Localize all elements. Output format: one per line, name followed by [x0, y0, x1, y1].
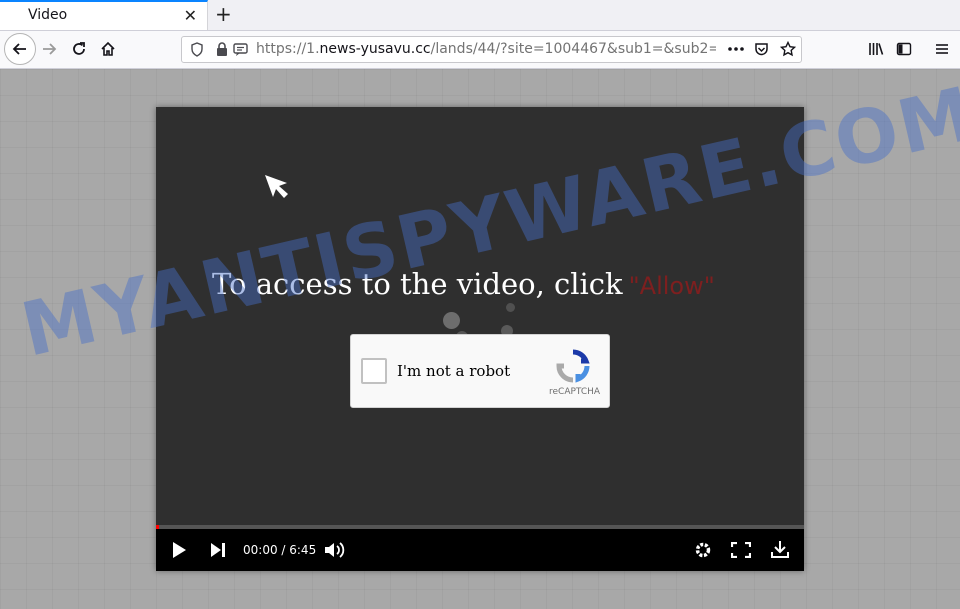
menu-button[interactable]	[928, 35, 956, 63]
reload-button[interactable]	[65, 35, 93, 63]
allow-text: "Allow"	[628, 272, 715, 300]
video-player[interactable]: To access to the video, click "Allow" I'm…	[156, 107, 804, 571]
next-icon[interactable]	[210, 542, 226, 558]
back-button[interactable]	[4, 33, 36, 65]
reload-icon	[73, 42, 85, 55]
url-prefix: https://1.	[256, 41, 320, 57]
pocket-icon[interactable]	[754, 42, 769, 57]
page-headline: To access to the video, click "Allow"	[212, 267, 715, 301]
bookmark-star-icon[interactable]	[780, 41, 796, 57]
url-bar[interactable]: https://1.news-yusavu.cc/lands/44/?site=…	[181, 36, 802, 63]
hamburger-menu-icon	[936, 44, 948, 54]
url-text[interactable]: https://1.news-yusavu.cc/lands/44/?site=…	[256, 41, 716, 57]
more-actions-icon[interactable]	[728, 46, 744, 52]
settings-gear-icon[interactable]	[694, 541, 712, 559]
volume-icon[interactable]	[324, 541, 346, 559]
new-tab-button[interactable]: +	[215, 2, 232, 26]
tab-title: Video	[28, 7, 68, 23]
tab-strip: Video ✕ +	[0, 0, 960, 31]
home-icon	[101, 41, 115, 56]
sidebar-button[interactable]	[890, 35, 918, 63]
forward-button[interactable]	[35, 35, 63, 63]
navigation-toolbar: https://1.news-yusavu.cc/lands/44/?site=…	[0, 31, 960, 69]
player-controls: 00:00 / 6:45	[156, 529, 804, 571]
recaptcha-logo-icon	[556, 349, 590, 383]
recaptcha-widget: I'm not a robot reCAPTCHA	[350, 334, 610, 408]
tab-close-icon[interactable]: ✕	[184, 6, 197, 25]
sidebar-icon	[896, 42, 912, 56]
mouse-pointer-icon	[265, 175, 288, 198]
play-icon[interactable]	[171, 541, 187, 559]
url-path: /lands/44/?site=1004467&sub1=&sub2=&	[430, 41, 716, 57]
not-a-robot-checkbox[interactable]	[361, 358, 387, 384]
arrow-right-icon	[43, 43, 57, 55]
library-icon	[869, 43, 884, 55]
home-button[interactable]	[94, 35, 122, 63]
headline-text: To access to the video, click	[212, 267, 623, 301]
download-icon[interactable]	[771, 540, 789, 559]
checkbox-label: I'm not a robot	[397, 362, 511, 380]
fullscreen-icon[interactable]	[731, 542, 751, 558]
time-display: 00:00 / 6:45	[243, 543, 317, 557]
library-button[interactable]	[862, 35, 890, 63]
permissions-icon[interactable]	[233, 42, 248, 57]
shield-icon[interactable]	[190, 42, 204, 57]
arrow-left-icon	[12, 43, 26, 55]
lock-icon[interactable]	[216, 42, 228, 57]
recaptcha-brand: reCAPTCHA	[549, 387, 601, 397]
url-host: news-yusavu.cc	[319, 41, 431, 57]
tab-video[interactable]: Video ✕	[0, 0, 208, 30]
